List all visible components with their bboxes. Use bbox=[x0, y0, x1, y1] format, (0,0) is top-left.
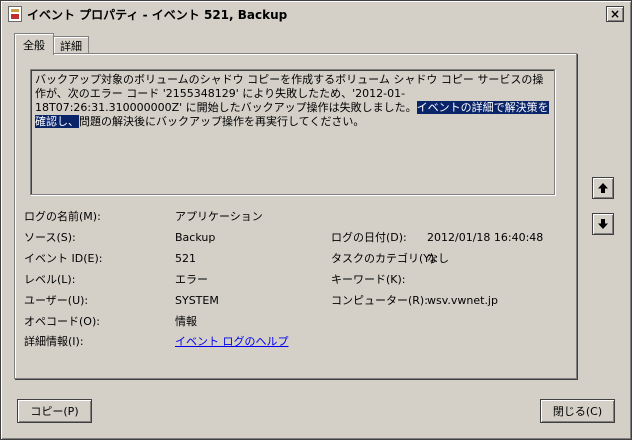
event-id-value: 521 bbox=[175, 252, 196, 265]
copy-button[interactable]: コピー(P) bbox=[17, 399, 92, 423]
arrow-up-icon bbox=[598, 183, 608, 193]
previous-event-button[interactable] bbox=[592, 177, 614, 199]
source-label: ソース(S): bbox=[24, 231, 76, 244]
log-name-value: アプリケーション bbox=[175, 210, 263, 223]
window-title: イベント プロパティ - イベント 521, Backup bbox=[27, 7, 288, 22]
close-button[interactable]: 閉じる(C) bbox=[540, 399, 615, 423]
logged-date-value: 2012/01/18 16:40:48 bbox=[427, 231, 544, 244]
task-category-value: なし bbox=[427, 252, 449, 265]
logged-date-label: ログの日付(D): bbox=[331, 231, 407, 244]
user-value: SYSTEM bbox=[175, 294, 219, 307]
log-name-label: ログの名前(M): bbox=[24, 210, 101, 223]
description-text-after: 問題の解決後にバックアップ操作を再実行してください。 bbox=[79, 115, 365, 128]
level-label: レベル(L): bbox=[24, 273, 76, 286]
level-value: エラー bbox=[175, 273, 208, 286]
keywords-label: キーワード(K): bbox=[331, 273, 406, 286]
opcode-value: 情報 bbox=[175, 315, 197, 328]
close-button-label: 閉じる(C) bbox=[552, 405, 603, 418]
opcode-label: オペコード(O): bbox=[24, 315, 100, 328]
close-window-button[interactable]: × bbox=[606, 6, 624, 22]
general-tab-panel: バックアップ対象のボリュームのシャドウ コピーを作成するボリューム シャドウ コ… bbox=[14, 53, 577, 379]
close-icon: × bbox=[609, 7, 621, 21]
copy-button-label: コピー(P) bbox=[30, 405, 79, 418]
tab-details-label: 詳細 bbox=[60, 39, 82, 53]
tab-details[interactable]: 詳細 bbox=[53, 36, 89, 54]
computer-label: コンピューター(R): bbox=[331, 294, 428, 307]
event-viewer-app-icon bbox=[8, 6, 22, 22]
next-event-button[interactable] bbox=[592, 213, 614, 235]
task-category-label: タスクのカテゴリ(Y): bbox=[331, 252, 439, 265]
computer-value: wsv.vwnet.jp bbox=[427, 294, 498, 307]
event-description-textbox[interactable]: バックアップ対象のボリュームのシャドウ コピーを作成するボリューム シャドウ コ… bbox=[30, 69, 555, 195]
arrow-down-icon bbox=[598, 219, 608, 229]
user-label: ユーザー(U): bbox=[24, 294, 89, 307]
tab-general[interactable]: 全般 bbox=[14, 33, 54, 55]
event-log-help-link[interactable]: イベント ログのヘルプ bbox=[175, 335, 289, 349]
source-value: Backup bbox=[175, 231, 216, 244]
event-properties-window: イベント プロパティ - イベント 521, Backup × 全般 詳細 バッ… bbox=[0, 0, 632, 440]
title-bar[interactable]: イベント プロパティ - イベント 521, Backup × bbox=[4, 4, 628, 24]
tab-general-label: 全般 bbox=[23, 38, 45, 52]
tab-strip: 全般 詳細 bbox=[14, 32, 89, 55]
event-id-label: イベント ID(E): bbox=[24, 252, 103, 265]
more-info-label: 詳細情報(I): bbox=[24, 335, 84, 348]
